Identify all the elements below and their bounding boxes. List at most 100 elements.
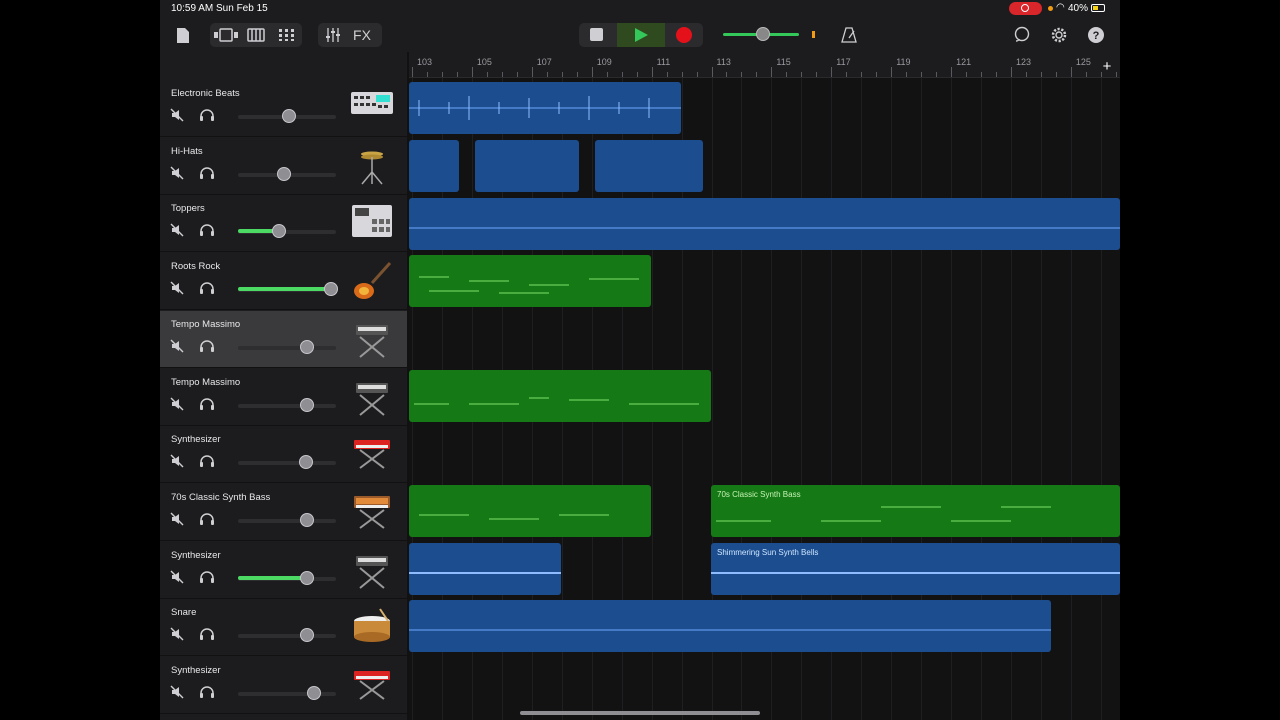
track-volume-slider[interactable]: [238, 512, 336, 527]
mute-speaker-icon[interactable]: [170, 454, 184, 468]
keyboard-stand-icon[interactable]: [350, 319, 394, 359]
volume-knob[interactable]: [277, 166, 292, 181]
mute-speaker-icon[interactable]: [170, 397, 184, 411]
master-volume-knob[interactable]: [756, 27, 770, 41]
solo-headphones-icon[interactable]: [199, 339, 215, 353]
drum-machine-icon[interactable]: [350, 88, 394, 128]
track-header[interactable]: Synthesizer: [160, 657, 409, 714]
region-hi-hats-2[interactable]: [475, 140, 579, 192]
settings-gear-icon[interactable]: [1049, 25, 1069, 45]
keyboard-stand-icon[interactable]: [350, 377, 394, 417]
solo-headphones-icon[interactable]: [199, 570, 215, 584]
track-volume-slider[interactable]: [238, 455, 336, 470]
solo-headphones-icon[interactable]: [199, 512, 215, 526]
volume-knob[interactable]: [299, 339, 314, 354]
mute-speaker-icon[interactable]: [170, 627, 184, 641]
track-volume-slider[interactable]: [238, 686, 336, 700]
screen-record-indicator[interactable]: [1009, 2, 1042, 15]
track-volume-slider[interactable]: [238, 570, 336, 585]
mixer-icon[interactable]: [322, 26, 344, 44]
region-hi-hats-3[interactable]: [595, 140, 703, 192]
volume-knob[interactable]: [307, 686, 322, 700]
track-volume-slider[interactable]: [238, 628, 336, 643]
volume-knob[interactable]: [272, 224, 287, 239]
track-volume-slider[interactable]: [238, 397, 336, 412]
ruler-tick: [621, 72, 623, 77]
timeline-ruler[interactable]: 103 105 107 109 111 113 115 117 119 121 123 125: [409, 52, 1120, 78]
browser-icon[interactable]: [212, 26, 240, 44]
volume-knob[interactable]: [281, 109, 296, 123]
my-songs-icon[interactable]: [174, 25, 192, 45]
play-button[interactable]: [617, 23, 665, 47]
track-header[interactable]: Electronic Beats: [160, 80, 409, 137]
tracks-area[interactable]: 70s Classic Synth Bass Shimmering Sun Sy…: [409, 78, 1120, 720]
mute-speaker-icon[interactable]: [170, 570, 184, 584]
mute-speaker-icon[interactable]: [170, 166, 184, 180]
track-volume-slider[interactable]: [238, 282, 339, 297]
solo-headphones-icon[interactable]: [199, 223, 215, 237]
ruler-bar-label: 121: [956, 57, 972, 67]
track-header[interactable]: Tempo Massimo: [160, 310, 409, 368]
track-header[interactable]: Tempo Massimo: [160, 369, 409, 426]
hi-hat-icon[interactable]: [350, 146, 394, 186]
volume-knob[interactable]: [299, 512, 314, 527]
track-header[interactable]: Toppers: [160, 195, 409, 253]
fx-button[interactable]: FX: [350, 25, 374, 45]
help-icon[interactable]: ?: [1086, 25, 1106, 45]
volume-knob[interactable]: [299, 397, 314, 412]
track-header[interactable]: Synthesizer: [160, 542, 409, 599]
stop-button[interactable]: [590, 28, 603, 41]
mute-speaker-icon[interactable]: [170, 108, 184, 122]
home-indicator[interactable]: [520, 711, 760, 715]
mute-speaker-icon[interactable]: [170, 512, 184, 526]
track-volume-slider[interactable]: [238, 166, 336, 181]
track-volume-slider[interactable]: [238, 339, 336, 354]
keyboard-stand-icon[interactable]: [350, 550, 394, 590]
red-synth-icon[interactable]: [350, 434, 394, 474]
record-button[interactable]: [676, 27, 692, 43]
tracks-view-icon[interactable]: [276, 26, 298, 44]
mute-speaker-icon[interactable]: [170, 281, 184, 295]
mute-speaker-icon[interactable]: [170, 685, 184, 699]
ruler-bar-label: 123: [1016, 57, 1032, 67]
metronome-icon[interactable]: [839, 25, 859, 45]
region-snare[interactable]: [409, 600, 1051, 652]
volume-knob[interactable]: [324, 282, 339, 297]
region-hi-hats-1[interactable]: [409, 140, 459, 192]
add-section-button[interactable]: +: [1099, 58, 1115, 75]
region-synth-bass-1[interactable]: [409, 485, 651, 537]
track-header[interactable]: Hi-Hats: [160, 138, 409, 195]
track-volume-slider[interactable]: [238, 224, 336, 239]
analog-synth-icon[interactable]: [350, 492, 394, 532]
track-header[interactable]: 70s Classic Synth Bass: [160, 484, 409, 541]
region-roots-rock[interactable]: [409, 255, 651, 307]
mute-speaker-icon[interactable]: [170, 339, 184, 353]
mute-speaker-icon[interactable]: [170, 223, 184, 237]
region-synth-bells-2[interactable]: Shimmering Sun Synth Bells: [711, 543, 1120, 595]
track-header[interactable]: Roots Rock: [160, 253, 409, 311]
volume-knob[interactable]: [299, 570, 314, 585]
solo-headphones-icon[interactable]: [199, 627, 215, 641]
loop-browser-icon[interactable]: [1012, 25, 1032, 45]
solo-headphones-icon[interactable]: [199, 397, 215, 411]
region-tempo-massimo[interactable]: [409, 370, 711, 422]
region-electronic-beats[interactable]: [409, 82, 681, 134]
region-synth-bells-1[interactable]: [409, 543, 561, 595]
red-synth-icon[interactable]: [350, 665, 394, 705]
solo-headphones-icon[interactable]: [199, 166, 215, 180]
region-synth-bass-2[interactable]: 70s Classic Synth Bass: [711, 485, 1120, 537]
solo-headphones-icon[interactable]: [199, 685, 215, 699]
volume-knob[interactable]: [299, 628, 314, 643]
electric-guitar-icon[interactable]: [350, 261, 394, 301]
solo-headphones-icon[interactable]: [199, 454, 215, 468]
volume-knob[interactable]: [298, 455, 313, 470]
track-header[interactable]: Snare: [160, 599, 409, 657]
solo-headphones-icon[interactable]: [199, 108, 215, 122]
track-header[interactable]: Synthesizer: [160, 426, 409, 484]
track-volume-slider[interactable]: [238, 109, 336, 123]
keyboard-icon[interactable]: [245, 26, 267, 44]
solo-headphones-icon[interactable]: [199, 281, 215, 295]
snare-drum-icon[interactable]: [350, 607, 394, 647]
region-toppers[interactable]: [409, 198, 1120, 250]
sampler-icon[interactable]: [350, 203, 394, 243]
